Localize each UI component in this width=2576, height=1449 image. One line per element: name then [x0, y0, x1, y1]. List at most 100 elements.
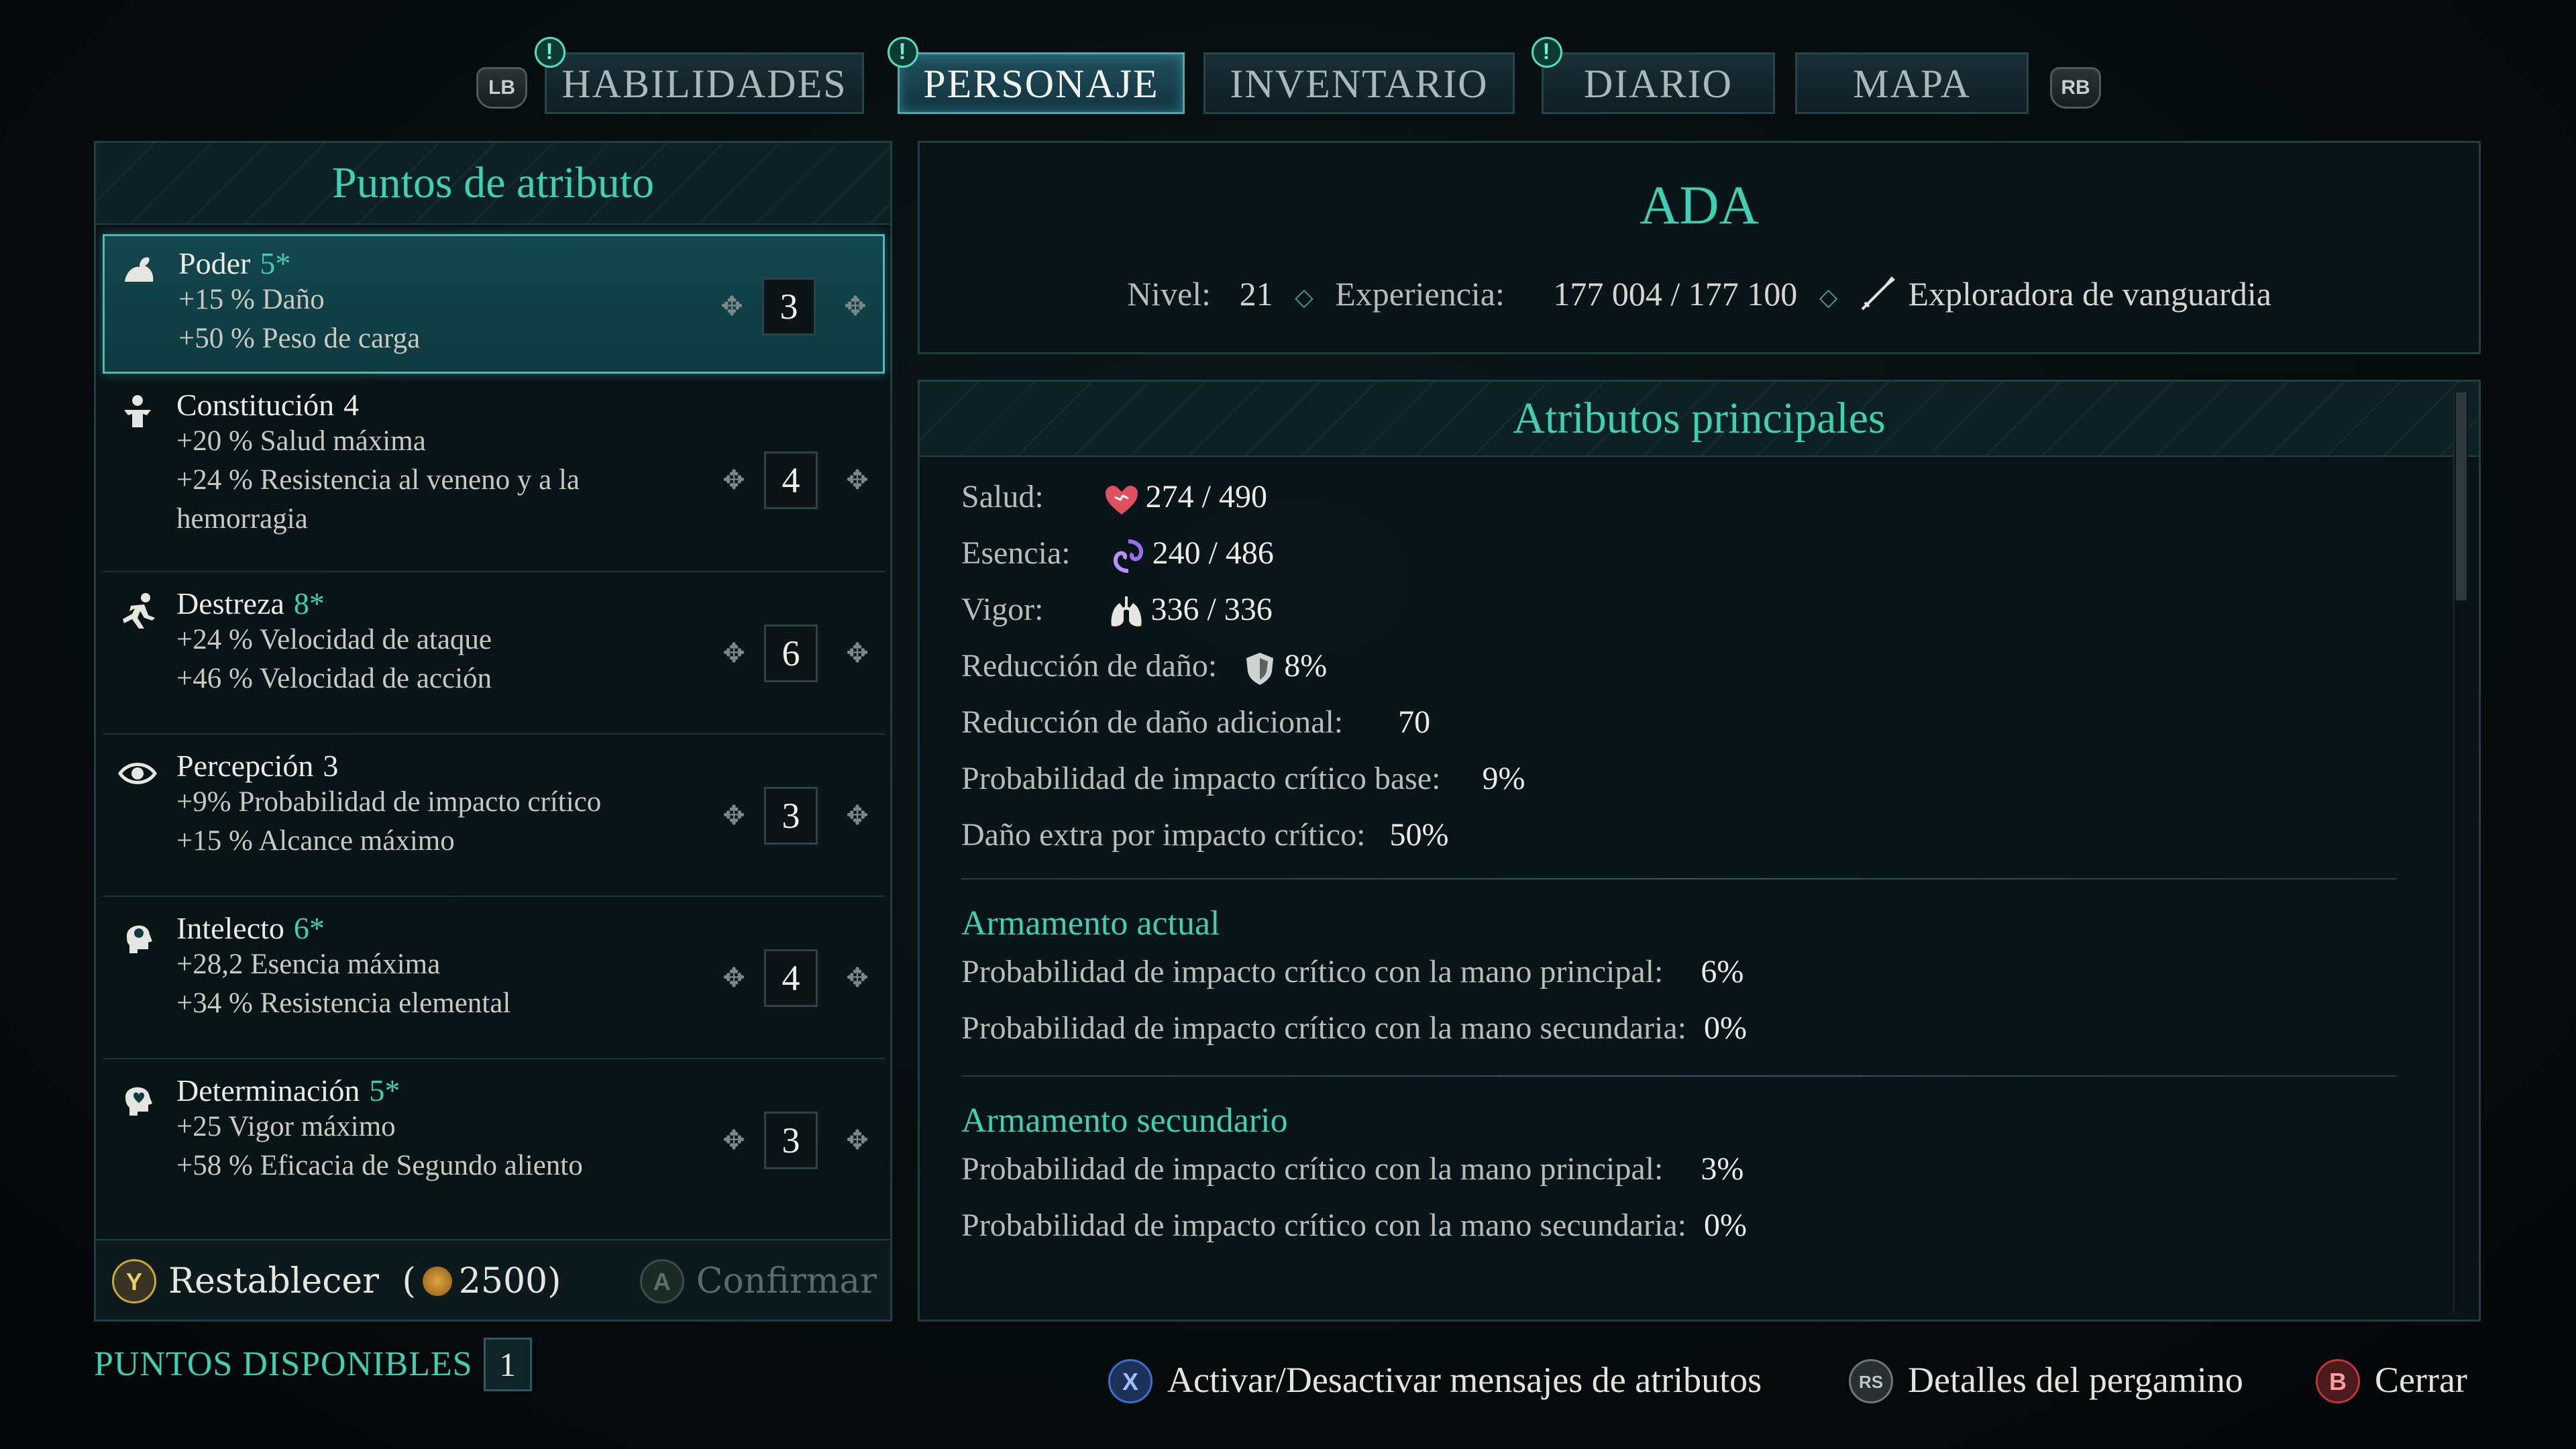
attribute-effect: +9% Probabilidad de impacto crítico — [176, 786, 602, 818]
stat-value: 70 — [1398, 704, 1431, 740]
reset-label: Restablecer — [168, 1261, 379, 1301]
attribute-bonus: 5* — [369, 1073, 400, 1108]
decrease-button[interactable]: ✥ — [718, 800, 749, 831]
scrollbar-thumb[interactable] — [2456, 392, 2467, 600]
attribute-stepper: ✥ 3 ✥ — [718, 787, 873, 847]
stat-label: Esencia: — [961, 535, 1071, 571]
stat-label: Probabilidad de impacto crítico con la m… — [961, 1151, 1664, 1187]
attribute-effect: +20 % Salud máxima — [176, 425, 426, 457]
attribute-name: Constitución 4 — [176, 388, 360, 422]
experience-label: Experiencia: — [1335, 275, 1505, 313]
shield-icon — [1246, 652, 1274, 685]
attribute-effect: +15 % Alcance máximo — [176, 825, 455, 857]
coin-icon — [422, 1266, 452, 1296]
attribute-row-poder[interactable]: Poder 5* +15 % Daño +50 % Peso de carga ✥… — [103, 234, 885, 374]
attribute-name: Poder 5* — [178, 246, 291, 280]
attribute-stepper: ✥ 3 ✥ — [716, 278, 871, 338]
stat-value: 0% — [1703, 1208, 1747, 1243]
runner-icon — [123, 593, 155, 629]
spear-class-icon — [1861, 276, 1895, 310]
attribute-name: Destreza 8* — [176, 586, 325, 621]
confirm-button[interactable]: A Confirmar — [639, 1258, 877, 1305]
notification-badge: ! — [888, 37, 918, 68]
lungs-icon — [1111, 596, 1142, 627]
section-title-armamento-secundario: Armamento secundario — [961, 1102, 1288, 1140]
available-points-value: 1 — [483, 1338, 532, 1391]
decrease-button[interactable]: ✥ — [718, 465, 749, 496]
close-hint[interactable]: B Cerrar — [2316, 1358, 2467, 1406]
increase-button[interactable]: ✥ — [840, 291, 871, 322]
attribute-value: 4 — [764, 949, 818, 1007]
rs-button-icon: RS — [1849, 1358, 1893, 1403]
attribute-stepper: ✥ 6 ✥ — [718, 625, 873, 685]
b-button-icon: B — [2316, 1358, 2360, 1403]
body-icon — [124, 395, 151, 427]
scrollbar[interactable] — [2453, 392, 2468, 1311]
character-info: Nivel: 21 ◇ Experiencia: 177 004 / 177 1… — [920, 274, 2479, 316]
stat-row: Probabilidad de impacto crítico con la m… — [961, 1150, 1743, 1187]
stat-label: Probabilidad de impacto crítico con la m… — [961, 954, 1664, 989]
increase-button[interactable]: ✥ — [842, 1125, 873, 1156]
main-attributes-title: Atributos principales — [920, 382, 2479, 457]
attribute-effect: hemorragia — [176, 503, 308, 535]
reset-cost-close: ) — [547, 1261, 561, 1301]
tab-diario[interactable]: ! DIARIO — [1532, 37, 1775, 114]
stat-value: 274 / 490 — [1145, 479, 1268, 515]
diamond-separator-icon: ◇ — [1819, 284, 1838, 311]
attribute-effect: +58 % Eficacia de Segundo aliento — [176, 1150, 583, 1181]
increase-button[interactable]: ✥ — [842, 800, 873, 831]
decrease-button[interactable]: ✥ — [718, 963, 749, 994]
arm-flex-icon — [125, 257, 154, 282]
attribute-bonus: 5* — [260, 246, 291, 280]
decrease-button[interactable]: ✥ — [716, 291, 747, 322]
scroll-details-hint[interactable]: RS Detalles del pergamino — [1849, 1358, 2243, 1406]
x-button-icon: X — [1108, 1358, 1152, 1403]
experience-value: 177 004 / 177 100 — [1553, 275, 1798, 313]
tab-mapa[interactable]: MAPA — [1795, 52, 2029, 114]
attribute-footer: Y Restablecer (2500) A Confirmar — [96, 1239, 890, 1320]
toggle-attribute-messages-hint[interactable]: X Activar/Desactivar mensajes de atributo… — [1108, 1358, 1762, 1406]
rb-button[interactable]: RB — [2050, 67, 2101, 109]
attribute-effect: +24 % Velocidad de ataque — [176, 624, 492, 655]
decrease-button[interactable]: ✥ — [718, 638, 749, 669]
attribute-row-determinacion[interactable]: Determinación 5* +25 Vigor máximo +58 % E… — [103, 1063, 885, 1222]
increase-button[interactable]: ✥ — [842, 963, 873, 994]
top-tab-bar: LB ! HABILIDADES ! PERSONAJE INVENTARIO … — [0, 37, 2576, 119]
stat-label: Reducción de daño: — [961, 648, 1218, 684]
attribute-bonus: 6* — [293, 911, 325, 945]
lb-button[interactable]: LB — [476, 67, 527, 109]
tab-inventario[interactable]: INVENTARIO — [1203, 52, 1515, 114]
available-points: PUNTOS DISPONIBLES 1 — [94, 1338, 532, 1391]
attribute-row-percepcion[interactable]: Percepción 3 +9% Probabilidad de impacto … — [103, 739, 885, 897]
section-divider — [961, 878, 2397, 879]
character-name: ADA — [1640, 174, 1759, 235]
stat-value: 240 / 486 — [1152, 535, 1274, 571]
stat-label: Daño extra por impacto crítico: — [961, 817, 1366, 853]
level-label: Nivel: — [1127, 275, 1212, 313]
decrease-button[interactable]: ✥ — [718, 1125, 749, 1156]
attribute-row-intelecto[interactable]: Intelecto 6* +28,2 Esencia máxima +34 % R… — [103, 901, 885, 1059]
reset-cost-open: ( — [402, 1261, 416, 1301]
tab-habilidades[interactable]: ! HABILIDADES — [535, 37, 864, 114]
reset-button[interactable]: Y Restablecer (2500) — [112, 1258, 561, 1305]
head-icon — [127, 925, 152, 953]
level-value: 21 — [1239, 275, 1273, 313]
attribute-stepper: ✥ 4 ✥ — [718, 949, 873, 1010]
attribute-points-panel: Puntos de atributo Poder 5* +15 % Daño +5… — [94, 141, 892, 1322]
hint-label: Activar/Desactivar mensajes de atributos — [1167, 1360, 1762, 1400]
tab-personaje[interactable]: ! PERSONAJE — [888, 37, 1185, 114]
increase-button[interactable]: ✥ — [842, 465, 873, 496]
stat-label: Probabilidad de impacto crítico con la m… — [961, 1010, 1686, 1046]
stat-value: 50% — [1389, 817, 1449, 853]
attribute-row-constitucion[interactable]: Constitución 4 +20 % Salud máxima +24 % R… — [103, 378, 885, 572]
attribute-name: Determinación 5* — [176, 1073, 400, 1108]
attribute-row-destreza[interactable]: Destreza 8* +24 % Velocidad de ataque +46… — [103, 576, 885, 735]
heart-icon — [1105, 486, 1138, 515]
stat-row: Probabilidad de impacto crítico con la m… — [961, 1207, 1747, 1244]
attribute-effect: +15 % Daño — [178, 284, 325, 315]
stat-salud: Salud: 274 / 490 — [961, 478, 1267, 519]
increase-button[interactable]: ✥ — [842, 638, 873, 669]
stat-label: Vigor: — [961, 592, 1044, 627]
tab-label: MAPA — [1853, 62, 1971, 106]
stat-reduccion-adicional: Reducción de daño adicional: 70 — [961, 704, 1430, 741]
